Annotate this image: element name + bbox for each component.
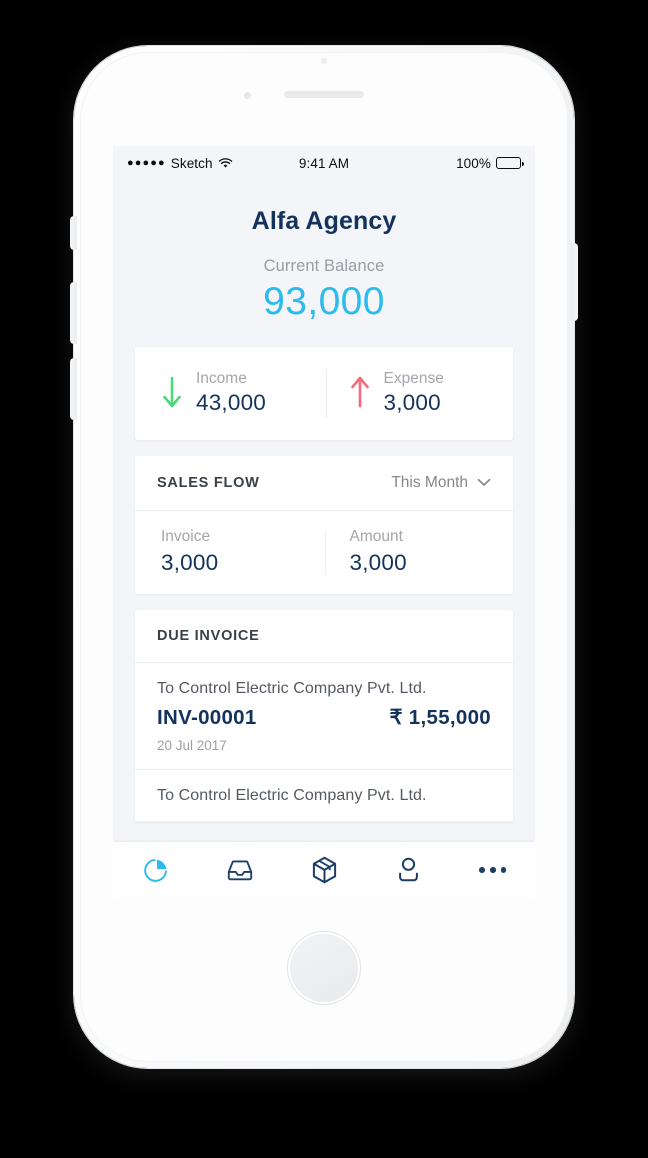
sales-flow-card: SALES FLOW This Month Invoice 3,000 Amou… bbox=[135, 455, 513, 594]
due-invoice-card: DUE INVOICE To Control Electric Company … bbox=[135, 609, 513, 822]
volume-down-button[interactable] bbox=[70, 358, 77, 420]
sales-flow-period-label: This Month bbox=[391, 473, 468, 491]
phone-screen: ●●●●● Sketch 9:41 AM 100% Alfa Agency Cu… bbox=[113, 146, 535, 898]
sales-flow-invoice-cell: Invoice 3,000 bbox=[135, 511, 325, 594]
invoice-recipient: To Control Electric Company Pvt. Ltd. bbox=[157, 786, 427, 804]
expense-value: 3,000 bbox=[383, 390, 441, 416]
tab-products[interactable] bbox=[282, 842, 366, 898]
invoice-summary-row: INV-00001 ₹ 1,55,000 bbox=[157, 698, 491, 730]
bottom-tab-bar bbox=[113, 842, 535, 898]
arrow-down-icon bbox=[163, 376, 181, 408]
sales-flow-title: SALES FLOW bbox=[157, 474, 260, 491]
battery-full-icon bbox=[496, 157, 525, 169]
arrow-up-icon bbox=[350, 376, 369, 408]
sales-flow-amount-label: Amount bbox=[349, 527, 403, 545]
sales-flow-period-dropdown[interactable]: This Month bbox=[391, 474, 491, 492]
page-title: Alfa Agency bbox=[251, 207, 397, 235]
list-item[interactable]: To Control Electric Company Pvt. Ltd. IN… bbox=[135, 663, 513, 770]
income-expense-card: Income 43,000 Expense 3,000 bbox=[135, 346, 513, 440]
tab-more[interactable] bbox=[451, 842, 535, 898]
due-invoice-header: DUE INVOICE bbox=[135, 610, 513, 663]
proximity-sensor bbox=[321, 58, 327, 64]
list-item[interactable]: To Control Electric Company Pvt. Ltd. bbox=[135, 770, 513, 822]
signal-strength-icon: ●●●●● bbox=[127, 156, 166, 169]
sales-flow-amount-value: 3,000 bbox=[349, 549, 407, 575]
balance-value: 93,000 bbox=[263, 280, 385, 323]
income-cell[interactable]: Income 43,000 bbox=[135, 347, 326, 440]
package-icon bbox=[312, 856, 336, 883]
mute-switch[interactable] bbox=[70, 216, 77, 250]
status-bar-right: 100% bbox=[349, 155, 525, 171]
balance-label: Current Balance bbox=[263, 257, 385, 275]
income-value: 43,000 bbox=[196, 390, 267, 416]
status-bar: ●●●●● Sketch 9:41 AM 100% bbox=[113, 146, 535, 180]
invoice-recipient: To Control Electric Company Pvt. Ltd. bbox=[157, 679, 427, 697]
earpiece-speaker bbox=[284, 91, 364, 98]
invoice-date: 20 Jul 2017 bbox=[157, 737, 227, 753]
sales-flow-invoice-value: 3,000 bbox=[161, 549, 219, 575]
sales-flow-header: SALES FLOW This Month bbox=[135, 456, 513, 511]
due-invoice-title: DUE INVOICE bbox=[157, 627, 260, 644]
battery-percent-label: 100% bbox=[456, 155, 492, 171]
sales-flow-metrics: Invoice 3,000 Amount 3,000 bbox=[135, 511, 513, 594]
inbox-icon bbox=[227, 860, 252, 880]
clock-label: 9:41 AM bbox=[298, 155, 350, 171]
status-bar-left: ●●●●● Sketch bbox=[127, 156, 299, 171]
sales-flow-amount-cell: Amount 3,000 bbox=[326, 511, 514, 594]
invoice-amount: ₹ 1,55,000 bbox=[389, 705, 491, 729]
chevron-down-icon bbox=[477, 479, 491, 487]
tab-profile[interactable] bbox=[366, 842, 450, 898]
pie-chart-icon bbox=[143, 858, 167, 882]
carrier-label: Sketch bbox=[170, 155, 213, 171]
more-icon bbox=[479, 867, 507, 873]
wifi-icon bbox=[218, 157, 232, 168]
sales-flow-invoice-label: Invoice bbox=[161, 527, 211, 545]
income-label: Income bbox=[196, 370, 247, 388]
front-camera bbox=[244, 92, 251, 99]
expense-cell[interactable]: Expense 3,000 bbox=[327, 347, 514, 440]
volume-up-button[interactable] bbox=[70, 282, 77, 344]
power-button[interactable] bbox=[571, 243, 578, 321]
tab-dashboard[interactable] bbox=[113, 842, 197, 898]
tab-inbox[interactable] bbox=[197, 842, 281, 898]
invoice-number: INV-00001 bbox=[157, 705, 257, 729]
income-expense-row: Income 43,000 Expense 3,000 bbox=[135, 347, 513, 440]
home-button[interactable] bbox=[288, 932, 360, 1004]
screenshot-stage: ●●●●● Sketch 9:41 AM 100% Alfa Agency Cu… bbox=[0, 0, 648, 1158]
expense-label: Expense bbox=[383, 370, 444, 388]
person-icon bbox=[399, 857, 418, 882]
